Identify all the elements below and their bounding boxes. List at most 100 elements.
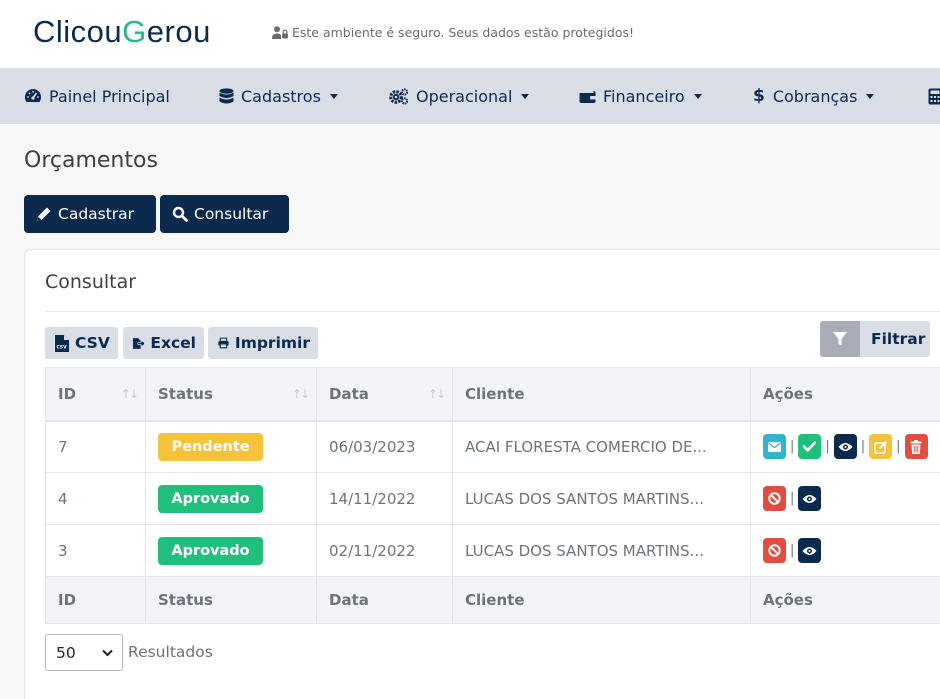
nav-cobrancas[interactable]: $ Cobranças (753, 68, 875, 124)
cell-status: Pendente (145, 420, 317, 473)
card-title: Consultar (45, 271, 137, 293)
logo[interactable]: ClicouGerou (33, 14, 211, 50)
col-id-header[interactable]: ID ↑↓ (45, 367, 146, 422)
ban-icon (768, 544, 781, 557)
ban-icon (768, 492, 781, 505)
page-size-value: 50 (56, 643, 76, 662)
cell-id: 4 (45, 472, 146, 525)
separator: | (790, 491, 795, 506)
consult-card: Consultar CSV CSV Excel Imprimir Filtrar (24, 249, 940, 699)
top-header: ClicouGerou Este ambiente é seguro. Seus… (0, 0, 940, 68)
dollar-icon: $ (753, 86, 765, 106)
print-button[interactable]: Imprimir (208, 327, 318, 359)
separator: | (860, 439, 866, 455)
nav-painel-principal[interactable]: Painel Principal (24, 68, 170, 124)
cell-id: 7 (45, 420, 146, 473)
cell-id: 3 (45, 524, 146, 577)
sort-icon: ↑↓ (291, 387, 310, 401)
cadastrar-button[interactable]: Cadastrar (24, 195, 156, 233)
cell-client: ACAI FLORESTA COMERCIO DE... (452, 420, 751, 473)
status-badge: Aprovado (158, 536, 263, 565)
table-header-row: ID ↑↓ Status ↑↓ Data ↑↓ Cliente Ações (45, 367, 940, 422)
col-id-footer: ID (45, 576, 146, 624)
separator: | (896, 439, 901, 455)
eye-icon (838, 442, 853, 451)
cell-actions: | | | | (750, 420, 940, 473)
approve-button[interactable] (798, 434, 822, 460)
results-label: Resultados (128, 643, 213, 661)
budgets-table: ID ↑↓ Status ↑↓ Data ↑↓ Cliente Ações 7 Pen… (45, 367, 940, 624)
eye-icon (802, 494, 817, 503)
security-notice: Este ambiente é seguro. Seus dados estão… (272, 25, 634, 40)
status-badge: Aprovado (158, 484, 263, 513)
pencil-icon (37, 207, 51, 221)
col-date-header[interactable]: Data ↑↓ (316, 367, 453, 422)
col-status-footer: Status (145, 576, 317, 624)
consultar-button[interactable]: Consultar (160, 195, 289, 233)
svg-text:CSV: CSV (57, 344, 68, 350)
separator: | (825, 439, 830, 455)
col-client-header: Cliente (452, 367, 751, 422)
user-lock-icon (272, 26, 288, 39)
search-icon (172, 206, 188, 222)
separator: | (790, 543, 795, 558)
trash-icon (910, 439, 922, 454)
cell-client: LUCAS DOS SANTOS MARTINS... (452, 524, 751, 577)
main-navbar: Painel Principal Cadastros Operacional F… (0, 68, 940, 124)
view-button[interactable] (798, 486, 822, 511)
cancel-button[interactable] (763, 538, 786, 563)
database-icon (219, 87, 234, 103)
nav-operacional[interactable]: Operacional (389, 68, 530, 124)
chevron-down-icon (866, 93, 875, 99)
cell-date: 14/11/2022 (316, 472, 453, 525)
chevron-down-icon (521, 93, 530, 99)
view-button[interactable] (798, 538, 822, 563)
table-row: 3 Aprovado 02/11/2022 LUCAS DOS SANTOS M… (45, 524, 940, 577)
delete-button[interactable] (904, 434, 928, 460)
col-status-header[interactable]: Status ↑↓ (145, 367, 317, 422)
edit-icon (873, 440, 887, 454)
cell-client: LUCAS DOS SANTOS MARTINS... (452, 472, 751, 525)
view-button[interactable] (833, 434, 857, 460)
email-button[interactable] (763, 434, 786, 460)
cell-status: Aprovado (145, 472, 317, 525)
sort-icon: ↑↓ (427, 387, 446, 401)
table-footer-row: ID Status Data Cliente Ações (45, 576, 940, 624)
col-date-footer: Data (316, 576, 453, 624)
col-actions-footer: Ações (750, 576, 940, 624)
table-row: 7 Pendente 06/03/2023 ACAI FLORESTA COME… (45, 420, 940, 473)
separator: | (790, 439, 795, 455)
col-client-footer: Cliente (452, 576, 751, 624)
page-size-select[interactable]: 50 (45, 634, 123, 671)
gauge-icon (24, 89, 42, 102)
chevron-down-icon (329, 93, 338, 99)
nav-more[interactable] (928, 68, 940, 124)
sort-icon: ↑↓ (120, 387, 139, 401)
nav-cadastros[interactable]: Cadastros (219, 68, 338, 124)
csv-button[interactable]: CSV CSV (45, 327, 118, 359)
filter-button[interactable]: Filtrar (820, 321, 930, 357)
wallet-icon (579, 90, 596, 103)
table-row: 4 Aprovado 14/11/2022 LUCAS DOS SANTOS M… (45, 472, 940, 525)
check-icon (803, 441, 817, 452)
eye-icon (802, 546, 817, 555)
cell-date: 06/03/2023 (316, 420, 453, 473)
cell-status: Aprovado (145, 524, 317, 577)
edit-button[interactable] (869, 434, 893, 460)
csv-file-icon: CSV (55, 334, 69, 352)
chevron-down-icon (102, 649, 113, 657)
file-export-icon (133, 337, 145, 349)
calculator-icon (928, 88, 940, 104)
print-icon (218, 337, 229, 349)
divider (45, 311, 940, 312)
nav-financeiro[interactable]: Financeiro (579, 68, 702, 124)
page-title: Orçamentos (24, 148, 158, 173)
envelope-icon (768, 441, 781, 452)
cell-actions: | (750, 524, 940, 577)
excel-button[interactable]: Excel (123, 327, 204, 359)
cell-date: 02/11/2022 (316, 524, 453, 577)
cogs-icon (389, 87, 409, 105)
cancel-button[interactable] (763, 486, 786, 511)
chevron-down-icon (693, 93, 702, 99)
col-actions-header: Ações (750, 367, 940, 422)
